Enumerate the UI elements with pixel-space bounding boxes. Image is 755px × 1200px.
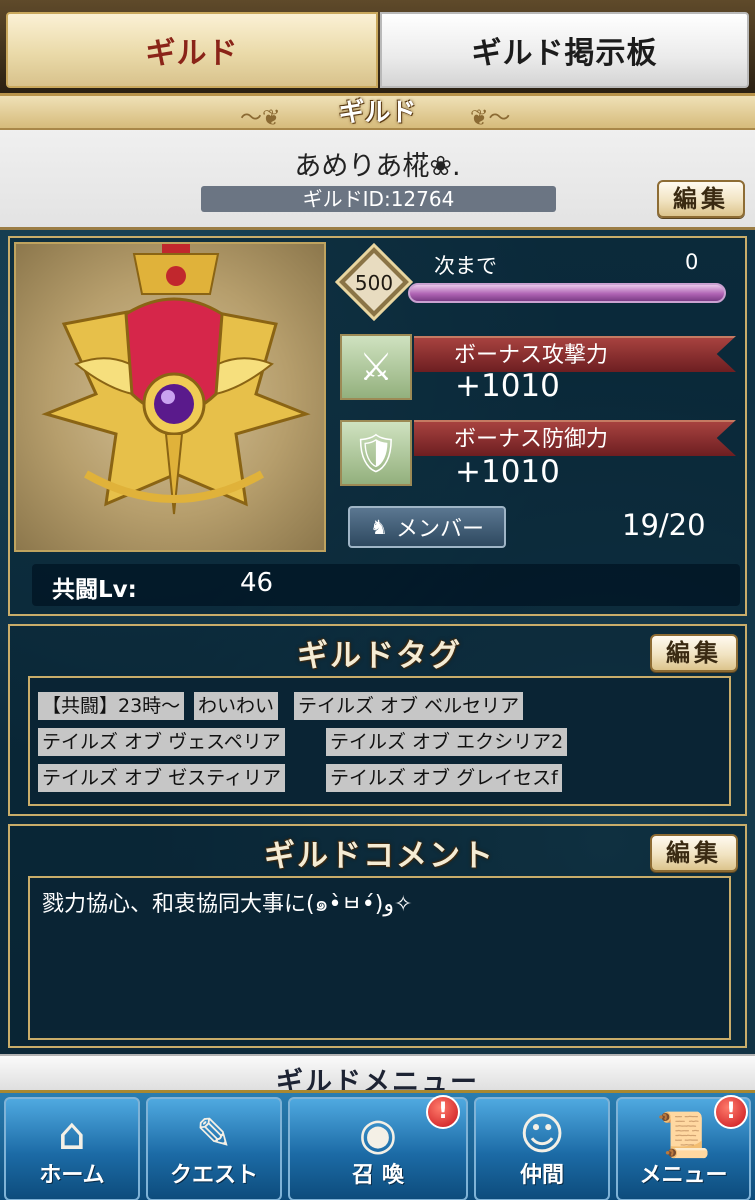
guild-emblem-icon bbox=[41, 244, 311, 515]
summon-alert-icon: ! bbox=[426, 1095, 460, 1129]
menu-alert-icon: ! bbox=[714, 1095, 748, 1129]
home-icon: ⌂ bbox=[58, 1109, 86, 1160]
edit-tags-button[interactable]: 編集 bbox=[650, 634, 738, 672]
guild-comment-box: 戮力協心、和衷協同大事に(๑•̀ㅂ•́)و✧ bbox=[28, 876, 731, 1040]
tag-item: わいわい bbox=[194, 692, 279, 720]
guild-tag-title: ギルドタグ bbox=[297, 638, 462, 674]
defense-bonus-value: +1010 bbox=[455, 454, 560, 490]
knight-icon: ♞ bbox=[370, 515, 388, 539]
edit-guild-name-button[interactable]: 編集 bbox=[657, 180, 745, 218]
nav-home-button[interactable]: ⌂ ホーム bbox=[4, 1097, 140, 1200]
nav-quest-button[interactable]: ✎ クエスト bbox=[146, 1097, 282, 1200]
header-band: 〜❦ ❦〜 ギルド bbox=[0, 96, 755, 131]
member-button[interactable]: ♞ メンバー bbox=[348, 506, 506, 548]
guild-id: ギルドID:12764 bbox=[201, 186, 556, 212]
tag-item: 【共闘】23時～ bbox=[38, 692, 185, 720]
guild-menu-band: ギルドメニュー bbox=[0, 1054, 755, 1098]
tag-item: テイルズ オブ エクシリア2 bbox=[326, 728, 568, 756]
guild-name: あめりあ椛❀. bbox=[294, 151, 461, 182]
guild-info-panel: 500 次まで 0 ⚔ ボーナス攻撃力 +1010 🛡 ボーナス防御力 +101… bbox=[8, 236, 747, 616]
tag-item: テイルズ オブ ゼスティリア bbox=[38, 764, 285, 792]
header-title: ギルド bbox=[338, 98, 417, 128]
friend-icon: ☺ bbox=[519, 1109, 565, 1160]
nav-quest-label: クエスト bbox=[169, 1163, 258, 1188]
guild-comment-text: 戮力協心、和衷協同大事に(๑•̀ㅂ•́)و✧ bbox=[42, 892, 413, 917]
sword-icon: ⚔ bbox=[340, 334, 412, 400]
member-button-label: メンバー bbox=[395, 517, 484, 542]
quest-map-icon: ✎ bbox=[195, 1109, 233, 1160]
coop-level-bar: 共闘Lv: 46 bbox=[32, 564, 740, 606]
shield-icon: 🛡 bbox=[340, 420, 412, 486]
coop-level-label: 共闘Lv: bbox=[52, 577, 137, 603]
guild-comment-section: ギルドコメント 編集 戮力協心、和衷協同大事に(๑•̀ㅂ•́)و✧ bbox=[8, 824, 747, 1048]
nav-friends-button[interactable]: ☺ 仲間 bbox=[474, 1097, 610, 1200]
defense-bonus-ribbon: ボーナス防御力 bbox=[414, 420, 736, 456]
tag-item: テイルズ オブ ベルセリア bbox=[294, 692, 524, 720]
edit-comment-button[interactable]: 編集 bbox=[650, 834, 738, 872]
member-count: 19/20 bbox=[622, 508, 706, 542]
guild-level-value: 500 bbox=[355, 271, 393, 295]
guild-comment-title: ギルドコメント bbox=[264, 838, 495, 874]
exp-label: 次まで bbox=[434, 254, 497, 278]
guild-level-badge: 500 bbox=[335, 243, 413, 321]
guild-tag-section: ギルドタグ 編集 【共闘】23時～ わいわい テイルズ オブ ベルセリア テイル… bbox=[8, 624, 747, 816]
guild-emblem[interactable] bbox=[14, 242, 326, 552]
nav-summon-label: 召 喚 bbox=[352, 1163, 404, 1188]
nav-home-label: ホーム bbox=[39, 1163, 105, 1188]
defense-bonus-label: ボーナス防御力 bbox=[454, 427, 609, 452]
bottom-navigation: ⌂ ホーム ✎ クエスト ◉ 召 喚 ! ☺ 仲間 📜 メニュー ! bbox=[0, 1090, 755, 1200]
guild-header: 〜❦ ❦〜 ギルド あめりあ椛❀. ギルドID:12764 編集 bbox=[0, 96, 755, 230]
tab-bar: ❦ ❦ ギルド ギルド掲示板 bbox=[0, 0, 755, 96]
tag-item: テイルズ オブ ヴェスペリア bbox=[38, 728, 285, 756]
guild-screen: ❦ ❦ ギルド ギルド掲示板 〜❦ ❦〜 ギルド あめりあ椛❀. ギルドID:1… bbox=[0, 0, 755, 1200]
tab-guild-board[interactable]: ギルド掲示板 bbox=[380, 12, 749, 88]
nav-friends-label: 仲間 bbox=[519, 1163, 564, 1188]
coop-level-value: 46 bbox=[240, 568, 274, 598]
exp-progress-bar bbox=[408, 283, 726, 303]
tab-guild[interactable]: ギルド bbox=[6, 12, 378, 88]
attack-bonus-ribbon: ボーナス攻撃力 bbox=[414, 336, 736, 372]
nav-menu-label: メニュー bbox=[639, 1163, 728, 1188]
guild-tag-list: 【共闘】23時～ わいわい テイルズ オブ ベルセリア テイルズ オブ ヴェスペ… bbox=[28, 676, 731, 806]
tag-item: テイルズ オブ グレイセスf bbox=[326, 764, 562, 792]
exp-value: 0 bbox=[685, 250, 699, 274]
attack-bonus-value: +1010 bbox=[455, 368, 560, 404]
